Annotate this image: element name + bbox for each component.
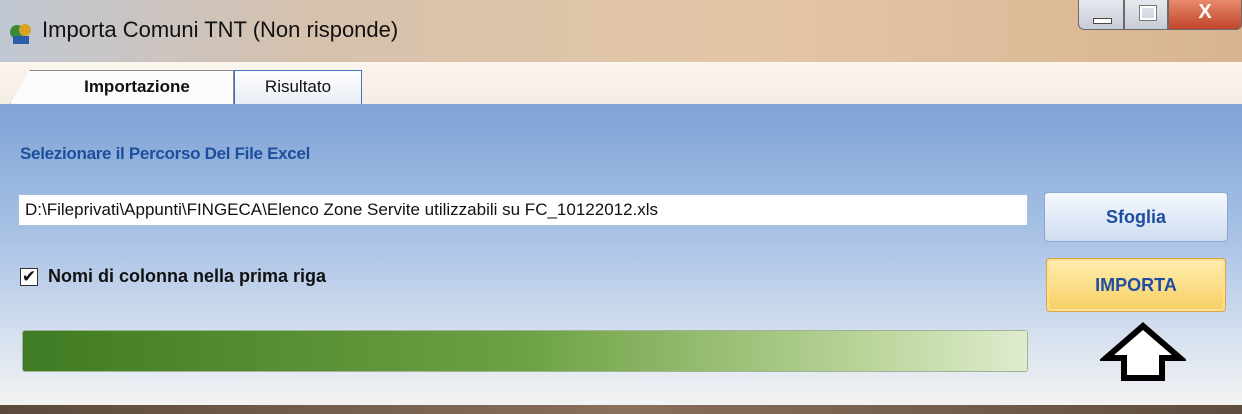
file-path-input[interactable] xyxy=(18,194,1028,226)
progress-fill xyxy=(23,331,1027,371)
close-icon: X xyxy=(1198,1,1212,23)
minimize-icon xyxy=(1093,18,1112,24)
section-label: Selezionare il Percorso Del File Excel xyxy=(20,144,311,163)
app-icon xyxy=(10,24,31,44)
tab-risultato[interactable]: Risultato xyxy=(234,70,362,104)
maximize-icon xyxy=(1139,5,1157,21)
import-button[interactable]: IMPORTA xyxy=(1046,258,1226,312)
tab-bar: Importazione Risultato xyxy=(0,62,1242,105)
window-bottom-edge xyxy=(0,405,1242,414)
browse-button[interactable]: Sfoglia xyxy=(1044,192,1228,242)
header-checkbox-label: Nomi di colonna nella prima riga xyxy=(48,266,327,286)
tab-importazione[interactable]: Importazione xyxy=(10,70,234,104)
minimize-button[interactable] xyxy=(1078,0,1124,30)
maximize-button[interactable] xyxy=(1124,0,1168,30)
up-arrow-icon xyxy=(1100,322,1186,381)
window-title: Importa Comuni TNT (Non risponde) xyxy=(42,17,399,42)
title-bar: Importa Comuni TNT (Non risponde) X xyxy=(0,0,1242,62)
header-checkbox[interactable]: ✔ xyxy=(20,268,38,286)
progress-bar xyxy=(22,330,1028,372)
close-button[interactable]: X xyxy=(1168,0,1242,30)
